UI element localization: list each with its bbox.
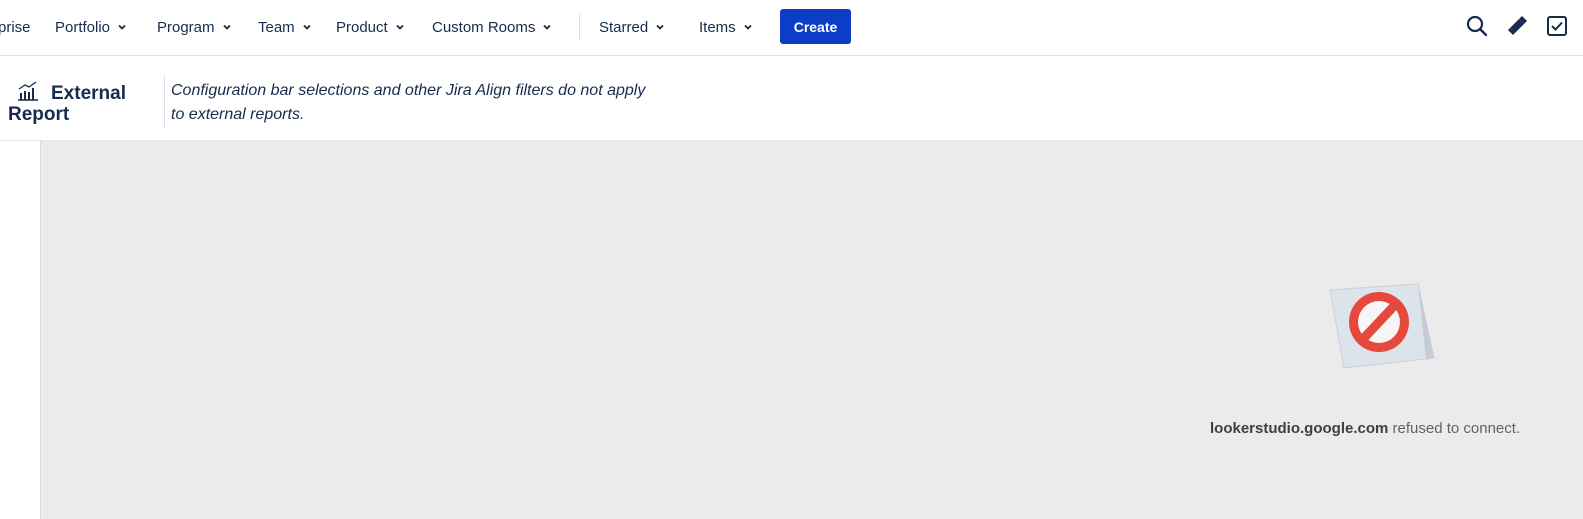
nav-item-label: Custom Rooms [432,18,536,36]
search-icon[interactable] [1465,14,1489,38]
create-button[interactable]: Create [780,9,851,44]
blocked-domain: lookerstudio.google.com [1210,420,1389,437]
chevron-down-icon [656,24,664,30]
nav-item-team[interactable]: Team [258,17,312,37]
info-note: Configuration bar selections and other J… [171,82,646,123]
nav-divider [579,13,580,41]
blocked-icon [1329,283,1435,369]
nav-item-label: Portfolio [55,18,111,36]
megaphone-icon[interactable] [1505,14,1529,38]
chevron-down-icon [396,24,404,30]
chevron-down-icon [303,24,311,30]
chevron-down-icon [744,24,752,30]
top-navigation: prise Portfolio Program Team Product Cus… [0,0,1583,56]
nav-item-label: Starred [599,18,649,36]
chevron-down-icon [543,24,551,30]
nav-item-program[interactable]: Program [157,17,232,37]
nav-item-label: Product [336,18,388,36]
chevron-down-icon [222,24,231,30]
nav-item-starred[interactable]: Starred [599,17,665,37]
nav-item-label: Program [157,18,215,36]
refused-to-connect-message: lookerstudio.google.com refused to conne… [1210,420,1520,437]
header-divider [164,75,165,129]
nav-item-product[interactable]: Product [336,17,405,37]
nav-item-custom-rooms[interactable]: Custom Rooms [432,17,552,37]
nav-item-label: Items [699,18,736,36]
checkbox-icon[interactable] [1545,14,1569,38]
chevron-down-icon [118,24,126,30]
chart-icon [18,81,38,101]
page-title-continued: Report [8,104,70,125]
nav-item-portfolio[interactable]: Portfolio [55,17,127,37]
nav-item-items[interactable]: Items [699,17,753,37]
left-gutter [0,141,41,519]
nav-item-enterprise[interactable]: prise [0,17,31,37]
error-text: refused to connect. [1392,420,1521,437]
page-title: External [51,83,126,104]
nav-item-label: prise [0,18,31,36]
nav-item-label: Team [258,18,295,36]
